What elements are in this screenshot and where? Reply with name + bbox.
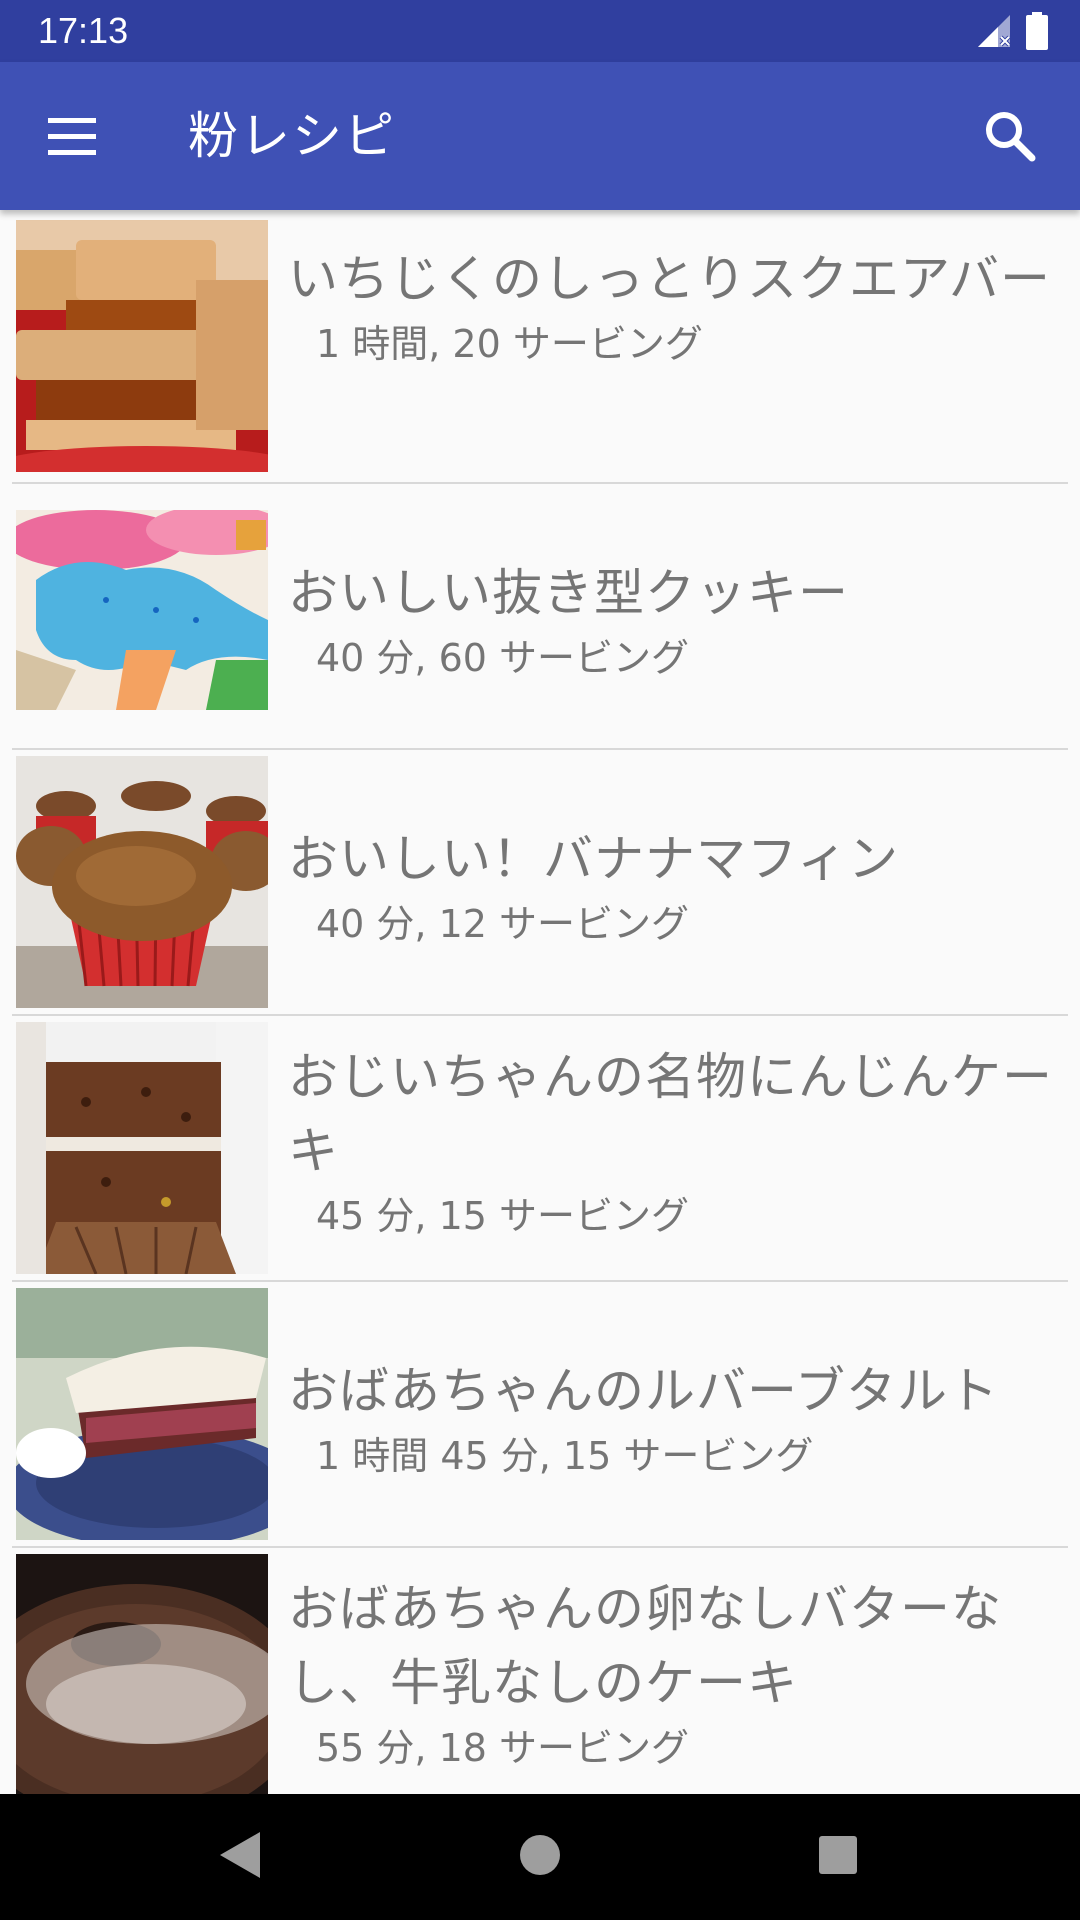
recipe-title: いちじくのしっとりスクエアバー [288, 250, 1051, 308]
recents-square-icon[interactable] [816, 1830, 860, 1880]
recipe-row[interactable]: おばあちゃんのルバーブタルト 1 時間 45 分, 15 サービング [12, 1282, 1068, 1548]
signal-icon [978, 15, 1011, 47]
recipe-thumbnail [16, 510, 268, 710]
recipe-row[interactable]: おいしい抜き型クッキー 40 分, 60 サービング [12, 484, 1068, 750]
recipe-title: おじいちゃんの名物にんじんケーキ [288, 1048, 1053, 1180]
recipe-text: おいしい！バナナマフィン 40 分, 12 サービング [288, 822, 1058, 948]
status-icons [976, 12, 1048, 50]
back-triangle-icon[interactable] [218, 1830, 262, 1880]
recipe-thumbnail [16, 756, 268, 1008]
recipe-subtitle: 40 分, 60 サービング [316, 636, 690, 680]
recipe-text: おじいちゃんの名物にんじんケーキ 45 分, 15 サービング [288, 1040, 1058, 1240]
recipe-thumbnail [16, 1288, 268, 1540]
page-title: 粉レシピ [188, 107, 396, 165]
recipe-row[interactable]: おいしい！バナナマフィン 40 分, 12 サービング [12, 750, 1068, 1016]
battery-icon [1026, 12, 1048, 50]
recipe-title: おいしい！バナナマフィン [288, 830, 899, 888]
status-bar: 17:13 [0, 0, 1080, 62]
recipe-title: おばあちゃんのルバーブタルト [288, 1362, 999, 1420]
recipe-title: おばあちゃんの卵なしバターなし、牛乳なしのケーキ [288, 1580, 1002, 1712]
recipe-text: おばあちゃんのルバーブタルト 1 時間 45 分, 15 サービング [288, 1354, 1058, 1480]
recipe-text: おいしい抜き型クッキー 40 分, 60 サービング [288, 556, 1058, 682]
recipe-row[interactable]: いちじくのしっとりスクエアバー 1 時間, 20 サービング [12, 218, 1068, 484]
status-time: 17:13 [38, 10, 129, 51]
system-nav-bar [0, 1794, 1080, 1920]
recipe-subtitle: 1 時間 45 分, 15 サービング [316, 1434, 814, 1478]
hamburger-menu-icon[interactable] [42, 110, 102, 162]
recipe-thumbnail [16, 1554, 268, 1794]
recipe-row[interactable]: おじいちゃんの名物にんじんケーキ 45 分, 15 サービング [12, 1016, 1068, 1282]
recipe-row[interactable]: おばあちゃんの卵なしバターなし、牛乳なしのケーキ 55 分, 18 サービング [12, 1548, 1068, 1794]
recipe-title: おいしい抜き型クッキー [288, 564, 849, 622]
recipe-subtitle: 1 時間, 20 サービング [316, 322, 703, 366]
recipe-subtitle: 40 分, 12 サービング [316, 902, 690, 946]
recipe-thumbnail [16, 220, 268, 472]
recipe-subtitle: 55 分, 18 サービング [316, 1726, 690, 1770]
recipe-thumbnail [16, 1022, 268, 1274]
search-icon[interactable] [980, 106, 1040, 166]
home-circle-icon[interactable] [518, 1830, 562, 1880]
recipe-text: おばあちゃんの卵なしバターなし、牛乳なしのケーキ 55 分, 18 サービング [288, 1572, 1058, 1772]
recipe-subtitle: 45 分, 15 サービング [316, 1194, 690, 1238]
recipe-text: いちじくのしっとりスクエアバー 1 時間, 20 サービング [288, 242, 1058, 368]
app-bar: 粉レシピ [0, 62, 1080, 210]
